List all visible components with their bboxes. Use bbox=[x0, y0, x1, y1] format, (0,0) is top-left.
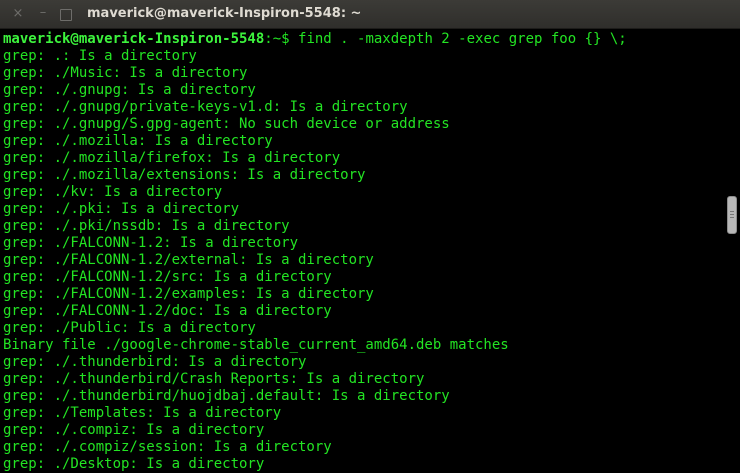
output-line: grep: ./Templates: Is a directory bbox=[3, 405, 282, 421]
output-line: grep: ./.compiz/session: Is a directory bbox=[3, 439, 332, 455]
terminal-output-area[interactable]: maverick@maverick-Inspiron-5548:~$ find … bbox=[0, 29, 724, 473]
minimize-icon[interactable]: – bbox=[36, 6, 50, 21]
grip-line bbox=[730, 211, 734, 212]
prompt-suffix: :~$ bbox=[264, 31, 299, 47]
output-line: grep: ./.pki/nssdb: Is a directory bbox=[3, 218, 290, 234]
output-line: grep: ./FALCONN-1.2/src: Is a directory bbox=[3, 269, 332, 285]
grip-line bbox=[730, 214, 734, 215]
output-line: grep: ./FALCONN-1.2: Is a directory bbox=[3, 235, 299, 251]
output-line: grep: ./.thunderbird/Crash Reports: Is a… bbox=[3, 371, 425, 387]
output-line: grep: ./FALCONN-1.2/doc: Is a directory bbox=[3, 303, 332, 319]
command-text: find . -maxdepth 2 -exec grep foo {} \; bbox=[298, 31, 627, 47]
output-line: grep: ./.thunderbird: Is a directory bbox=[3, 354, 307, 370]
terminal-window: × – maverick@maverick-Inspiron-5548: ~ m… bbox=[0, 0, 740, 473]
output-line: grep: .: Is a directory bbox=[3, 48, 197, 64]
vertical-scrollbar[interactable] bbox=[724, 29, 740, 473]
title-bar[interactable]: × – maverick@maverick-Inspiron-5548: ~ bbox=[0, 0, 740, 29]
output-line: grep: ./.mozilla: Is a directory bbox=[3, 133, 273, 149]
grip-line bbox=[730, 217, 734, 218]
output-line: grep: ./.gnupg/S.gpg-agent: No such devi… bbox=[3, 116, 450, 132]
maximize-icon[interactable] bbox=[60, 9, 72, 21]
output-line: Binary file ./google-chrome-stable_curre… bbox=[3, 337, 509, 353]
output-line: grep: ./.gnupg/private-keys-v1.d: Is a d… bbox=[3, 99, 408, 115]
output-line: grep: ./.thunderbird/huojdbaj.default: I… bbox=[3, 388, 450, 404]
output-line: grep: ./FALCONN-1.2/external: Is a direc… bbox=[3, 252, 374, 268]
output-line: grep: ./Music: Is a directory bbox=[3, 65, 248, 81]
output-line: grep: ./.gnupg: Is a directory bbox=[3, 82, 256, 98]
output-line: grep: ./.mozilla/firefox: Is a directory bbox=[3, 150, 341, 166]
close-icon[interactable]: × bbox=[11, 7, 25, 21]
window-title: maverick@maverick-Inspiron-5548: ~ bbox=[87, 6, 362, 21]
terminal-lines: maverick@maverick-Inspiron-5548:~$ find … bbox=[0, 29, 724, 473]
output-line: grep: ./Public: Is a directory bbox=[3, 320, 256, 336]
command-line: maverick@maverick-Inspiron-5548:~$ find … bbox=[3, 31, 724, 48]
output-line: grep: ./.mozilla/extensions: Is a direct… bbox=[3, 167, 366, 183]
output-line: grep: ./kv: Is a directory bbox=[3, 184, 223, 200]
output-line: grep: ./.compiz: Is a directory bbox=[3, 422, 265, 438]
output-line: grep: ./FALCONN-1.2/examples: Is a direc… bbox=[3, 286, 374, 302]
output-line: grep: ./Desktop: Is a directory bbox=[3, 456, 265, 472]
prompt-user-host: maverick@maverick-Inspiron-5548 bbox=[3, 31, 265, 47]
scrollbar-thumb[interactable] bbox=[727, 196, 737, 234]
output-line: grep: ./.pki: Is a directory bbox=[3, 201, 240, 217]
